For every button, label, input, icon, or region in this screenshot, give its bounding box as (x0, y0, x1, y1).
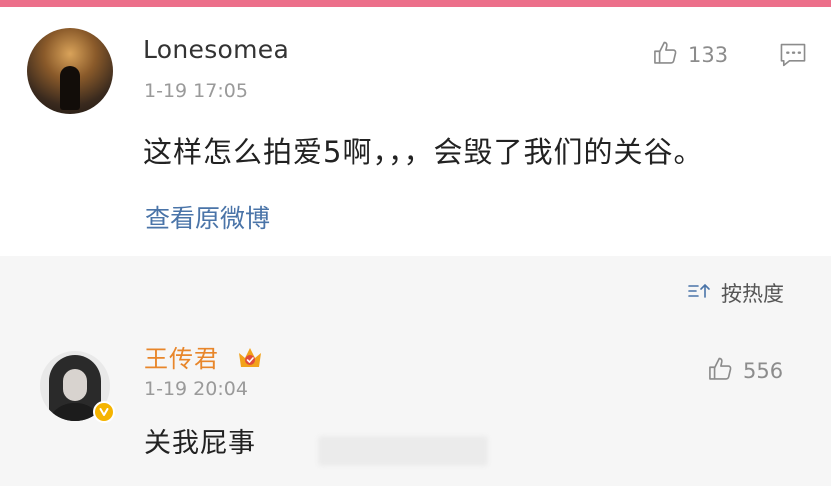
like-button[interactable]: 133 (652, 39, 728, 71)
comment-text: 这样怎么拍爱5啊，，，会毁了我们的关谷。 (143, 135, 704, 169)
avatar-figure (60, 66, 80, 110)
reply-like-button[interactable]: 556 (707, 355, 783, 387)
like-count: 133 (688, 43, 729, 67)
thumbs-up-icon (652, 39, 680, 71)
view-original-link[interactable]: 查看原微博 (145, 199, 270, 235)
reply-timestamp: 1-19 20:04 (144, 378, 248, 400)
reply-button[interactable] (778, 41, 808, 73)
thumbs-up-icon (707, 355, 735, 387)
top-accent-bar (0, 0, 831, 7)
comment-timestamp: 1-19 17:05 (144, 80, 248, 102)
reply-text: 关我屁事 (144, 428, 256, 459)
original-comment: Lonesomea 1-19 17:05 133 这样怎么拍爱5啊，，，会毁了我… (0, 7, 831, 252)
reply-like-count: 556 (743, 359, 784, 383)
blurred-overlay (318, 436, 488, 466)
sort-label: 按热度 (721, 282, 784, 306)
vip-crown-badge-icon (235, 343, 265, 375)
avatar-face (63, 369, 87, 401)
reply-username[interactable]: 王传君 (144, 339, 219, 374)
avatar[interactable] (27, 28, 113, 114)
sort-lines-icon (687, 281, 713, 306)
verified-v-icon (93, 401, 115, 423)
replies-section: 按热度 王传君 1-19 20:04 556 关我屁事 (0, 256, 831, 486)
comment-username[interactable]: Lonesomea (143, 35, 289, 64)
sort-by-hot-button[interactable]: 按热度 (687, 278, 784, 308)
comment-bubble-icon (778, 43, 808, 73)
